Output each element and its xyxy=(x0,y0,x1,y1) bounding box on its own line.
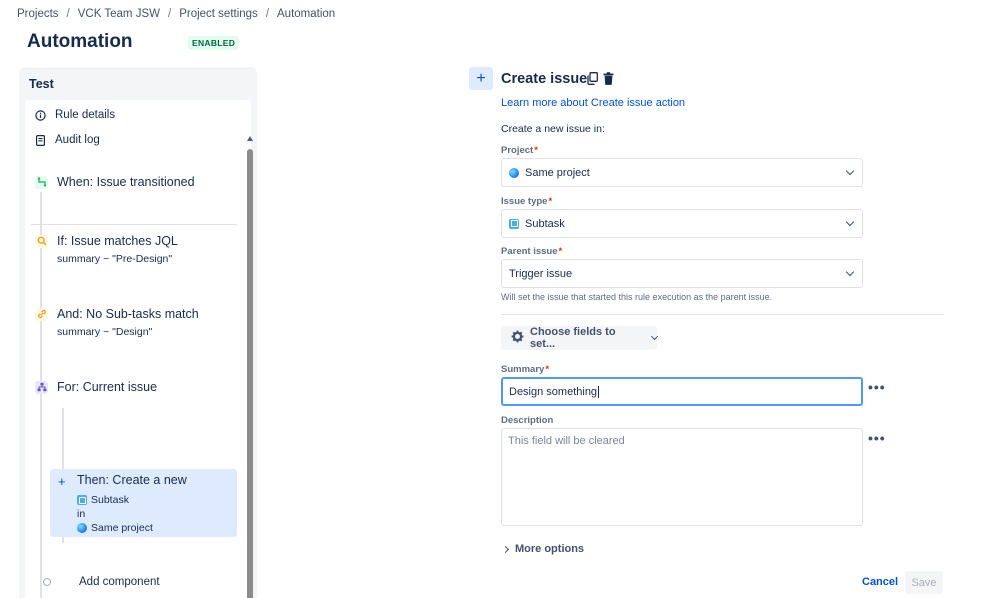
condition-component[interactable]: And: No Sub-tasks match summary ~ "Desig… xyxy=(35,307,199,338)
description-field-label: Description xyxy=(501,415,554,426)
summary-label-text: Summary xyxy=(501,364,545,375)
add-component-circle-icon xyxy=(43,578,51,586)
description-textarea[interactable]: This field will be cleared xyxy=(501,428,863,526)
audit-log-icon xyxy=(35,134,46,146)
parent-issue-select-value: Trigger issue xyxy=(509,267,573,280)
component-detail: summary ~ "Design" xyxy=(57,326,153,338)
breadcrumb: Projects / VCK Team JSW / Project settin… xyxy=(17,8,335,20)
breadcrumb-separator: / xyxy=(66,8,70,20)
transition-icon xyxy=(35,175,48,189)
plus-icon: + xyxy=(476,69,486,87)
action-issue-type: Subtask xyxy=(77,494,129,506)
action-project-label: Same project xyxy=(91,522,153,534)
parent-issue-label-text: Parent issue xyxy=(501,246,558,257)
scrollbar[interactable] xyxy=(247,136,255,598)
chevron-right-icon xyxy=(501,545,510,553)
add-action-button[interactable]: + xyxy=(469,67,493,90)
summary-input-value: Design something xyxy=(509,385,598,398)
condition-component[interactable]: If: Issue matches JQL summary ~ "Pre-Des… xyxy=(35,234,178,265)
parent-issue-field-label: Parent issue* xyxy=(501,246,562,257)
chevron-down-icon xyxy=(651,332,659,341)
component-title: For: Current issue xyxy=(57,380,158,394)
breadcrumb-projects[interactable]: Projects xyxy=(17,8,59,20)
info-icon xyxy=(35,109,46,121)
breadcrumb-project-settings[interactable]: Project settings xyxy=(179,8,258,20)
learn-more-link[interactable]: Learn more about Create issue action xyxy=(501,97,685,109)
choose-fields-label: Choose fields to set... xyxy=(530,326,616,350)
required-indicator: * xyxy=(558,246,563,257)
breadcrumb-automation[interactable]: Automation xyxy=(277,8,335,20)
text-caret xyxy=(598,385,600,398)
action-project: Same project xyxy=(77,522,153,534)
project-field-label: Project* xyxy=(501,145,538,156)
page-title: Automation xyxy=(27,31,133,52)
summary-more-actions-icon[interactable]: ••• xyxy=(868,379,886,395)
component-title: When: Issue transitioned xyxy=(57,175,195,189)
choose-fields-button[interactable]: Choose fields to set... xyxy=(501,326,659,350)
audit-log-label: Audit log xyxy=(55,134,100,146)
audit-log-link[interactable]: Audit log xyxy=(35,134,100,146)
plus-icon: + xyxy=(58,474,66,489)
description-placeholder: This field will be cleared xyxy=(508,435,625,447)
project-icon xyxy=(77,523,87,533)
trash-icon[interactable] xyxy=(603,72,614,85)
add-component-label: Add component xyxy=(79,576,160,588)
chevron-down-icon xyxy=(845,267,855,277)
subtask-icon xyxy=(77,495,87,505)
rule-details-label: Rule details xyxy=(55,109,116,121)
scroll-up-arrow-icon[interactable] xyxy=(247,136,253,141)
action-component-selected[interactable]: + Then: Create a new Subtask in Same pro… xyxy=(50,469,237,537)
subtask-icon xyxy=(509,218,519,229)
required-indicator: * xyxy=(534,145,538,156)
copy-icon[interactable] xyxy=(587,72,598,85)
summary-field-label: Summary* xyxy=(501,364,549,375)
add-component-button[interactable]: Add component xyxy=(43,576,160,588)
rule-panel: Test Rule details Audit log When: Issue … xyxy=(19,67,257,598)
project-icon xyxy=(509,167,519,178)
divider xyxy=(501,314,944,315)
create-in-label: Create a new issue in: xyxy=(501,123,605,135)
link-icon xyxy=(35,307,48,321)
chevron-down-icon xyxy=(845,166,855,176)
rule-details-link[interactable]: Rule details xyxy=(35,109,115,121)
required-indicator: * xyxy=(545,364,550,375)
rule-name: Test xyxy=(29,77,54,91)
divider xyxy=(31,224,237,225)
component-title: If: Issue matches JQL xyxy=(57,234,178,248)
cancel-button[interactable]: Cancel xyxy=(856,572,904,592)
gear-icon xyxy=(511,330,524,346)
issue-type-label-text: Issue type xyxy=(501,196,548,207)
action-in-label: in xyxy=(77,508,86,520)
required-indicator: * xyxy=(548,196,553,207)
summary-input[interactable]: Design something xyxy=(501,377,863,406)
status-badge: ENABLED xyxy=(188,36,240,50)
breadcrumb-separator: / xyxy=(167,8,172,20)
action-issue-type-label: Subtask xyxy=(91,494,129,506)
issue-type-field-label: Issue type* xyxy=(501,196,552,207)
component-detail: summary ~ "Pre-Design" xyxy=(57,253,173,265)
branch-icon xyxy=(35,380,48,394)
branch-component[interactable]: For: Current issue xyxy=(35,380,157,394)
breadcrumb-project[interactable]: VCK Team JSW xyxy=(78,8,160,20)
project-select[interactable]: Same project xyxy=(501,158,863,187)
component-title: Then: Create a new xyxy=(77,473,187,487)
project-label-text: Project xyxy=(501,145,534,156)
parent-issue-select[interactable]: Trigger issue xyxy=(501,259,863,288)
search-icon xyxy=(35,234,48,248)
chevron-down-icon xyxy=(845,217,855,227)
scrollbar-thumb[interactable] xyxy=(247,149,253,598)
form-title: Create issue xyxy=(501,71,588,87)
rule-component-list: Rule details Audit log When: Issue trans… xyxy=(25,100,253,598)
more-options-toggle[interactable]: More options xyxy=(501,543,585,555)
project-select-value: Same project xyxy=(525,166,590,179)
component-title: And: No Sub-tasks match xyxy=(57,307,199,321)
trigger-component[interactable]: When: Issue transitioned xyxy=(35,175,195,189)
issue-type-select-value: Subtask xyxy=(525,217,565,230)
breadcrumb-separator: / xyxy=(265,8,270,20)
description-more-actions-icon[interactable]: ••• xyxy=(868,430,886,446)
save-button[interactable]: Save xyxy=(905,571,943,594)
more-options-label: More options xyxy=(515,543,585,555)
issue-type-select[interactable]: Subtask xyxy=(501,209,863,238)
parent-issue-helper-text: Will set the issue that started this rul… xyxy=(501,292,773,302)
